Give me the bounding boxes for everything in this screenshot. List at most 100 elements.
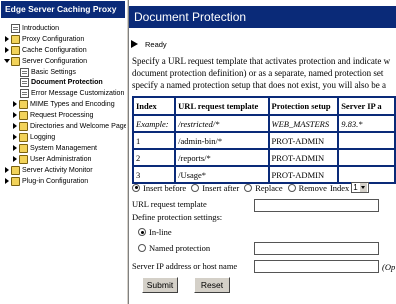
expand-arrow-icon[interactable] xyxy=(4,165,10,175)
nav-title: Edge Server Caching Proxy xyxy=(1,1,125,18)
folder-icon xyxy=(19,143,28,153)
folder-icon xyxy=(19,121,28,131)
column-header-server-ip: Server IP a xyxy=(339,98,394,114)
cell-server-ip xyxy=(339,133,394,148)
table-row-example: Example: /restricted/* WEB_MASTERS 9.83.… xyxy=(134,116,394,131)
index-label: Index xyxy=(329,182,350,193)
nav-item-label: MIME Types and Encoding xyxy=(30,100,115,108)
nav-item-server-configuration[interactable]: Server Configuration xyxy=(4,56,87,66)
folder-icon xyxy=(11,45,20,55)
table-row: 1 /admin-bin/* PROT-ADMIN xyxy=(134,133,394,148)
page-icon xyxy=(20,88,29,98)
expand-arrow-icon[interactable] xyxy=(4,45,10,55)
server-ip-input[interactable] xyxy=(254,260,379,273)
expand-arrow-icon[interactable] xyxy=(12,121,18,131)
folder-icon xyxy=(19,132,28,142)
collapse-arrow-icon[interactable] xyxy=(4,56,10,66)
cell-protection-setup: WEB_MASTERS xyxy=(269,116,338,131)
nav-item-label: Proxy Configuration xyxy=(22,35,85,43)
nav-item-system-management[interactable]: System Management xyxy=(12,143,97,153)
folder-icon xyxy=(11,165,20,175)
column-header-protection-setup: Protection setup xyxy=(269,98,338,114)
nav-item-document-protection[interactable]: Document Protection xyxy=(20,77,103,87)
folder-icon xyxy=(11,34,20,44)
nav-item-label: Directories and Welcome Page xyxy=(30,122,126,130)
chevron-down-icon xyxy=(359,183,367,192)
nav-item-request-processing[interactable]: Request Processing xyxy=(12,110,93,120)
nav-item-cache-configuration[interactable]: Cache Configuration xyxy=(4,45,87,55)
nav-item-mime-types-and-encoding[interactable]: MIME Types and Encoding xyxy=(12,99,115,109)
nav-item-label: Document Protection xyxy=(31,78,103,86)
status-bar: Ready xyxy=(131,38,167,50)
server-ip-hint: (Op xyxy=(382,262,396,272)
nav-item-label: Error Message Customization xyxy=(31,89,125,97)
nav-item-label: Server Activity Monitor xyxy=(22,166,93,174)
expand-arrow-icon[interactable] xyxy=(4,176,10,186)
nav-item-label: Cache Configuration xyxy=(22,46,87,54)
nav-item-label: Plug-in Configuration xyxy=(22,177,89,185)
description-line: Specify a URL request template that acti… xyxy=(132,56,391,66)
inline-option: In-line xyxy=(138,227,172,237)
url-template-row: URL request template xyxy=(132,199,207,209)
nav-item-server-activity-monitor[interactable]: Server Activity Monitor xyxy=(4,165,93,175)
define-protection-label: Define protection settings: xyxy=(132,212,223,222)
nav-item-introduction[interactable]: Introduction xyxy=(4,23,59,33)
expand-arrow-icon[interactable] xyxy=(12,110,18,120)
nav-item-label: Basic Settings xyxy=(31,68,76,76)
page-icon xyxy=(11,23,20,33)
nav-item-basic-settings[interactable]: Basic Settings xyxy=(20,67,76,77)
expand-arrow-icon[interactable] xyxy=(12,99,18,109)
cell-protection-setup: PROT-ADMIN xyxy=(269,133,338,148)
named-protection-radio[interactable] xyxy=(138,244,146,252)
folder-icon xyxy=(19,154,28,164)
expand-arrow-icon[interactable] xyxy=(12,143,18,153)
cell-server-ip xyxy=(339,150,394,165)
table-row: 2 /reports/* PROT-ADMIN xyxy=(134,150,394,165)
cell-server-ip xyxy=(339,167,394,182)
expand-arrow-icon[interactable] xyxy=(12,132,18,142)
protection-rules-table: Index URL request template Protection se… xyxy=(132,96,396,184)
reset-button[interactable]: Reset xyxy=(194,277,230,293)
server-ip-row: Server IP address or host name xyxy=(132,261,237,271)
expand-arrow-icon[interactable] xyxy=(4,34,10,44)
page-description: Specify a URL request template that acti… xyxy=(132,55,396,91)
server-ip-label: Server IP address or host name xyxy=(132,261,238,271)
cell-index: Example: xyxy=(134,116,175,131)
submit-button[interactable]: Submit xyxy=(142,277,178,293)
replace-radio[interactable] xyxy=(244,183,253,192)
page-icon xyxy=(20,77,29,87)
nav-item-label: Server Configuration xyxy=(22,57,88,65)
inline-radio[interactable] xyxy=(138,228,146,236)
column-header-url-template: URL request template xyxy=(176,98,268,114)
open-folder-icon xyxy=(11,56,20,66)
cell-server-ip: 9.83.* xyxy=(339,116,394,131)
table-row: 3 /Usage* PROT-ADMIN xyxy=(134,167,394,182)
nav-item-logging[interactable]: Logging xyxy=(12,132,55,142)
named-protection-input[interactable] xyxy=(254,242,379,255)
cell-index: 1 xyxy=(134,133,175,148)
folder-icon xyxy=(19,99,28,109)
index-select[interactable]: 1 xyxy=(351,182,369,193)
nav-item-user-administration[interactable]: User Administration xyxy=(12,154,92,164)
remove-radio[interactable] xyxy=(287,183,296,192)
nav-item-label: Logging xyxy=(30,133,56,141)
insert-after-radio[interactable] xyxy=(191,183,200,192)
navigation-pane: Edge Server Caching Proxy Introduction P… xyxy=(0,0,126,304)
expand-arrow-icon[interactable] xyxy=(12,154,18,164)
play-icon xyxy=(131,40,138,48)
cell-protection-setup: PROT-ADMIN xyxy=(269,167,338,182)
column-header-index: Index xyxy=(134,98,175,114)
cell-url-template: /reports/* xyxy=(176,150,268,165)
nav-item-plug-in-configuration[interactable]: Plug-in Configuration xyxy=(4,176,88,186)
nav-item-proxy-configuration[interactable]: Proxy Configuration xyxy=(4,34,84,44)
folder-icon xyxy=(19,110,28,120)
server-ip-hint-row: (Op xyxy=(382,262,395,272)
nav-item-label: Introduction xyxy=(22,24,60,32)
insert-before-radio[interactable] xyxy=(132,183,140,192)
url-template-input[interactable] xyxy=(254,199,379,212)
index-select-value: 1 xyxy=(353,183,358,192)
inline-label: In-line xyxy=(149,227,172,237)
page-title: Document Protection xyxy=(129,6,396,28)
nav-item-directories-and-welcome-page[interactable]: Directories and Welcome Page xyxy=(12,121,126,131)
nav-item-error-message-customization[interactable]: Error Message Customization xyxy=(20,88,124,98)
